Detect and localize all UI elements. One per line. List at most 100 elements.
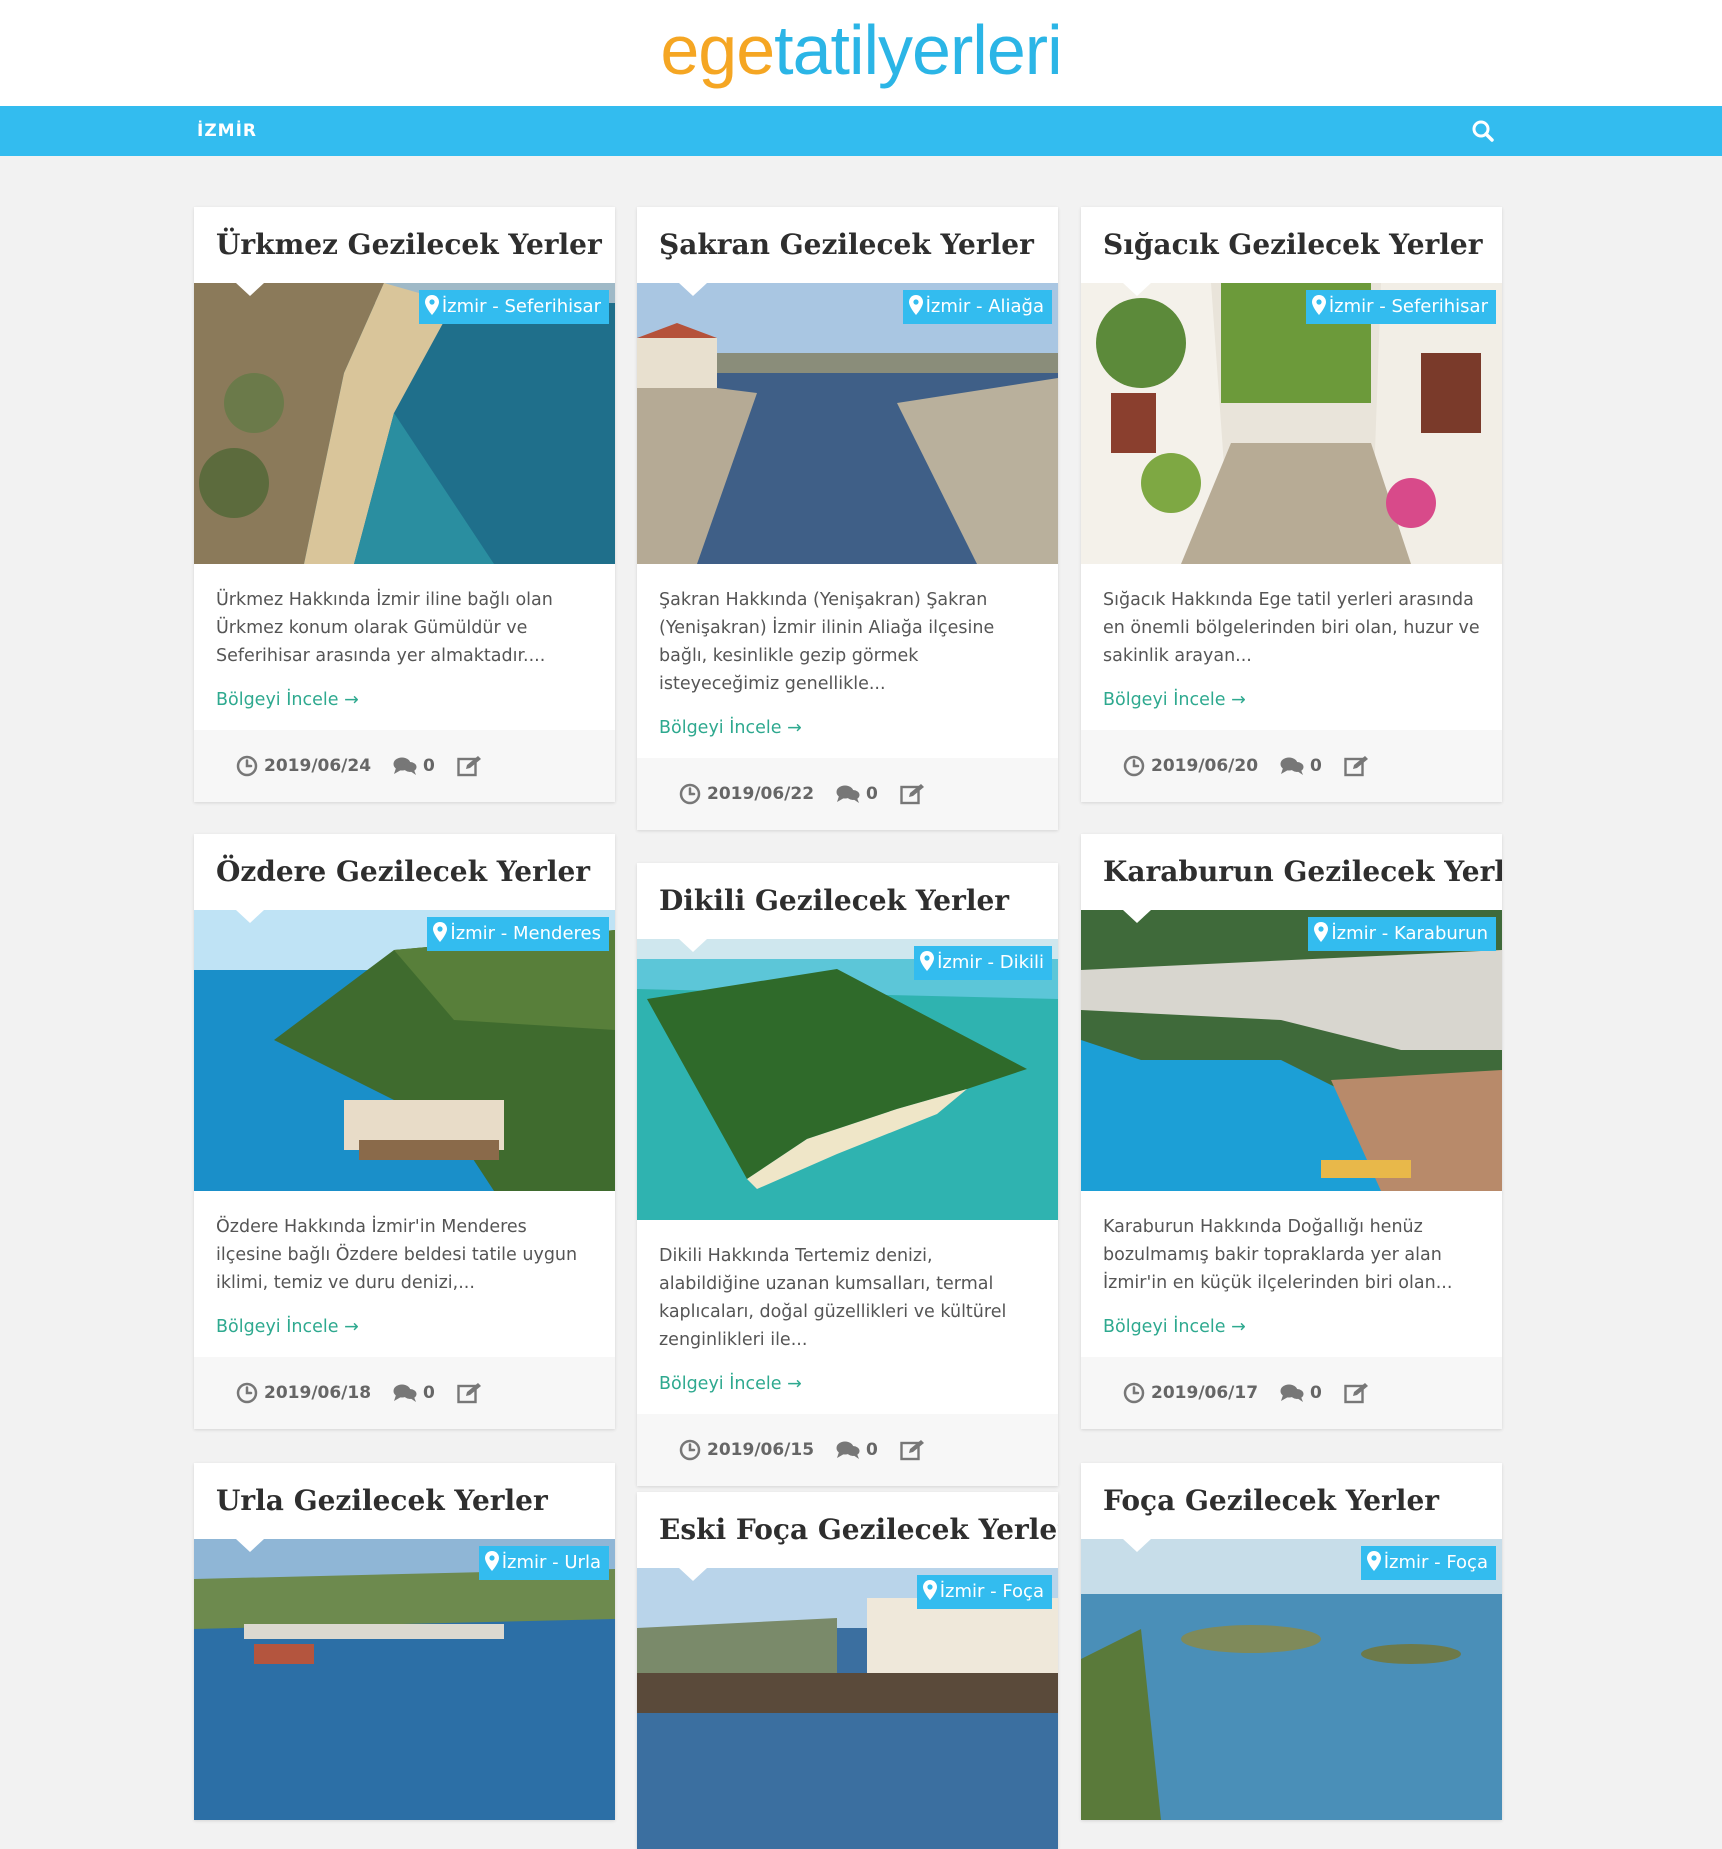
comments-link[interactable]: 0: [1280, 756, 1322, 776]
location-label: İzmir - Dikili: [937, 952, 1044, 973]
logo-part-tatilyerleri: tatilyerleri: [774, 11, 1063, 89]
location-badge[interactable]: İzmir - Foça: [916, 1575, 1052, 1609]
post-title[interactable]: Urla Gezilecek Yerler: [194, 1463, 615, 1539]
location-badge[interactable]: İzmir - Dikili: [914, 946, 1052, 980]
post-excerpt: Karaburun Hakkında Doğallığı henüz bozul…: [1103, 1217, 1453, 1293]
thumbnail-notch: [236, 910, 264, 923]
post-title[interactable]: Şakran Gezilecek Yerler: [637, 207, 1058, 283]
comments-link[interactable]: 0: [836, 784, 878, 804]
nav-item-izmir[interactable]: İZMİR: [197, 106, 257, 156]
post-thumbnail[interactable]: İzmir - Foça: [1081, 1539, 1502, 1820]
edit-link[interactable]: [900, 783, 926, 805]
post-meta: 2019/06/20 0: [1081, 730, 1502, 802]
location-badge[interactable]: İzmir - Aliağa: [902, 290, 1052, 324]
post-excerpt: Dikili Hakkında Tertemiz denizi, alabild…: [659, 1246, 1007, 1350]
comments-icon: [836, 784, 860, 804]
post-date: 2019/06/24: [264, 756, 372, 776]
location-badge[interactable]: İzmir - Urla: [478, 1546, 609, 1580]
clock-icon: [679, 783, 701, 805]
logo-part-ege: ege: [660, 11, 775, 89]
location-label: İzmir - Menderes: [450, 923, 601, 944]
read-more-link[interactable]: Bölgeyi İncele →: [1103, 1317, 1246, 1337]
thumbnail-notch: [679, 283, 707, 296]
edit-link[interactable]: [1344, 755, 1370, 777]
post-title[interactable]: Dikili Gezilecek Yerler: [637, 863, 1058, 939]
comments-link[interactable]: 0: [836, 1440, 878, 1460]
comment-count: 0: [1310, 756, 1322, 776]
edit-icon: [457, 1382, 483, 1404]
post-card: Özdere Gezilecek Yerler İzmir - Menderes…: [194, 834, 615, 1429]
post-meta: 2019/06/15 0: [637, 1414, 1058, 1486]
post-thumbnail[interactable]: İzmir - Menderes: [194, 910, 615, 1191]
comments-icon: [836, 1440, 860, 1460]
post-meta: 2019/06/24 0: [194, 730, 615, 802]
post-title[interactable]: Ürkmez Gezilecek Yerler: [194, 207, 615, 283]
comment-count: 0: [423, 756, 435, 776]
location-label: İzmir - Karaburun: [1331, 923, 1488, 944]
post-title[interactable]: Foça Gezilecek Yerler: [1081, 1463, 1502, 1539]
location-badge[interactable]: İzmir - Seferihisar: [1305, 290, 1496, 324]
post-title[interactable]: Karaburun Gezilecek Yerler: [1081, 834, 1502, 910]
post-card: Urla Gezilecek Yerler İzmir - Urla: [194, 1463, 615, 1820]
clock-icon: [1123, 1382, 1145, 1404]
post-thumbnail[interactable]: İzmir - Karaburun: [1081, 910, 1502, 1191]
read-more-link[interactable]: Bölgeyi İncele →: [216, 690, 359, 710]
post-excerpt: Özdere Hakkında İzmir'in Menderes ilçesi…: [216, 1217, 578, 1293]
site-header: egetatilyerleri: [0, 0, 1722, 106]
location-badge[interactable]: İzmir - Seferihisar: [418, 290, 609, 324]
thumbnail-notch: [236, 283, 264, 296]
main-navbar: İZMİR: [0, 106, 1722, 156]
location-badge[interactable]: İzmir - Menderes: [427, 917, 609, 951]
read-more-link[interactable]: Bölgeyi İncele →: [1103, 690, 1246, 710]
comment-count: 0: [423, 1383, 435, 1403]
thumbnail-notch: [679, 939, 707, 952]
post-thumbnail[interactable]: İzmir - Urla: [194, 1539, 615, 1820]
location-badge[interactable]: İzmir - Karaburun: [1308, 917, 1496, 951]
clock-icon: [236, 1382, 258, 1404]
location-badge[interactable]: İzmir - Foça: [1360, 1546, 1496, 1580]
location-label: İzmir - Foça: [1383, 1552, 1488, 1573]
comments-link[interactable]: 0: [393, 756, 435, 776]
search-icon[interactable]: [1470, 118, 1496, 144]
post-card: Şakran Gezilecek Yerler İzmir - Aliağa Ş…: [637, 207, 1058, 830]
edit-link[interactable]: [1344, 1382, 1370, 1404]
map-pin-icon: [1367, 1551, 1381, 1571]
site-logo[interactable]: egetatilyerleri: [0, 8, 1722, 92]
edit-link[interactable]: [457, 1382, 483, 1404]
thumbnail-notch: [1123, 910, 1151, 923]
post-card: Dikili Gezilecek Yerler İzmir - Dikili D…: [637, 863, 1058, 1486]
post-title[interactable]: Özdere Gezilecek Yerler: [194, 834, 615, 910]
post-card: Foça Gezilecek Yerler İzmir - Foça: [1081, 1463, 1502, 1820]
location-label: İzmir - Seferihisar: [1328, 296, 1488, 317]
read-more-link[interactable]: Bölgeyi İncele →: [659, 718, 802, 738]
post-excerpt: Sığacık Hakkında Ege tatil yerleri arası…: [1103, 590, 1480, 666]
comments-icon: [1280, 1383, 1304, 1403]
edit-link[interactable]: [457, 755, 483, 777]
thumbnail-notch: [236, 1539, 264, 1552]
post-title[interactable]: Sığacık Gezilecek Yerler: [1081, 207, 1502, 283]
edit-link[interactable]: [900, 1439, 926, 1461]
comments-link[interactable]: 0: [393, 1383, 435, 1403]
map-pin-icon: [433, 922, 447, 942]
post-thumbnail[interactable]: İzmir - Seferihisar: [1081, 283, 1502, 564]
post-date: 2019/06/17: [1151, 1383, 1259, 1403]
post-date: 2019/06/22: [707, 784, 815, 804]
post-card: Karaburun Gezilecek Yerler İzmir - Karab…: [1081, 834, 1502, 1429]
map-pin-icon: [1314, 922, 1328, 942]
post-thumbnail[interactable]: İzmir - Seferihisar: [194, 283, 615, 564]
edit-icon: [1344, 1382, 1370, 1404]
read-more-link[interactable]: Bölgeyi İncele →: [659, 1374, 802, 1394]
post-thumbnail[interactable]: İzmir - Dikili: [637, 939, 1058, 1220]
post-meta: 2019/06/22 0: [637, 758, 1058, 830]
post-thumbnail[interactable]: İzmir - Foça: [637, 1568, 1058, 1849]
comments-link[interactable]: 0: [1280, 1383, 1322, 1403]
map-pin-icon: [909, 295, 923, 315]
thumbnail-notch: [1123, 1539, 1151, 1552]
read-more-link[interactable]: Bölgeyi İncele →: [216, 1317, 359, 1337]
edit-icon: [1344, 755, 1370, 777]
post-excerpt: Ürkmez Hakkında İzmir iline bağlı olan Ü…: [216, 590, 553, 666]
post-title[interactable]: Eski Foça Gezilecek Yerler: [637, 1492, 1058, 1568]
thumbnail-notch: [1123, 283, 1151, 296]
post-thumbnail[interactable]: İzmir - Aliağa: [637, 283, 1058, 564]
comment-count: 0: [866, 784, 878, 804]
